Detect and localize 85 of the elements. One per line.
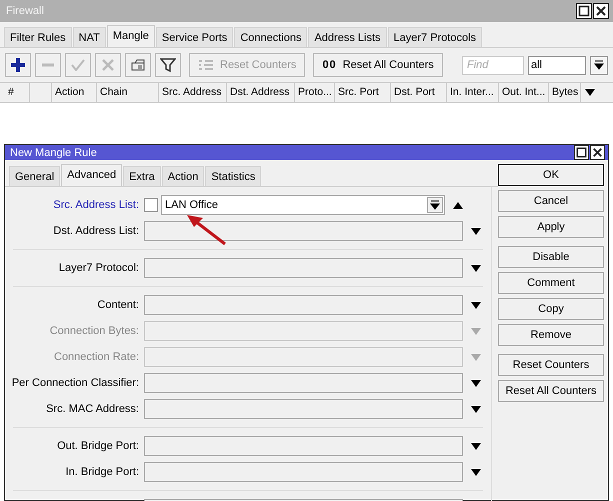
- expand-icon[interactable]: [471, 468, 481, 476]
- field-label: Per Connection Classifier:: [12, 377, 139, 389]
- column-header[interactable]: Bytes: [549, 83, 581, 102]
- input-field[interactable]: [144, 347, 463, 367]
- column-header[interactable]: Dst. Address: [227, 83, 295, 102]
- input-field[interactable]: [144, 436, 463, 456]
- column-header[interactable]: Out. Int...: [499, 83, 549, 102]
- close-icon[interactable]: [590, 145, 605, 160]
- collapse-icon[interactable]: [453, 202, 463, 208]
- minus-icon: [41, 63, 55, 67]
- expand-icon[interactable]: [471, 228, 481, 234]
- tab[interactable]: Advanced: [61, 164, 122, 186]
- column-menu-icon[interactable]: [585, 89, 595, 96]
- window-title: New Mangle Rule: [10, 146, 97, 158]
- field-label: Connection Rate:: [54, 351, 139, 363]
- find-field[interactable]: Find: [462, 56, 524, 74]
- expand-icon[interactable]: [471, 264, 481, 272]
- checkbox[interactable]: [144, 198, 158, 212]
- field-label: Dst. Address List:: [53, 225, 139, 237]
- note-icon: [131, 59, 145, 71]
- expand-icon[interactable]: [471, 406, 481, 412]
- tab[interactable]: Statistics: [205, 166, 262, 186]
- field-label: Src. Address List:: [53, 199, 139, 211]
- field-label: Layer7 Protocol:: [58, 262, 139, 274]
- field-label: Src. MAC Address:: [46, 403, 139, 415]
- dropdown-button[interactable]: [590, 56, 608, 74]
- dialog-button[interactable]: Remove: [498, 324, 604, 346]
- input-field[interactable]: [144, 321, 463, 341]
- add-button[interactable]: [5, 53, 31, 77]
- column-header[interactable]: Src. Address: [159, 83, 227, 102]
- tab[interactable]: Mangle: [106, 25, 155, 47]
- column-header[interactable]: #: [5, 83, 30, 102]
- field-label: In. Bridge Port:: [66, 466, 139, 478]
- tab[interactable]: NAT: [72, 27, 106, 47]
- column-header[interactable]: In. Inter...: [447, 83, 499, 102]
- dialog-button[interactable]: Copy: [498, 298, 604, 320]
- input-field[interactable]: [144, 295, 463, 315]
- caret-icon: [594, 60, 604, 70]
- input-field[interactable]: [144, 221, 463, 241]
- filter-dropdown[interactable]: all: [528, 56, 586, 74]
- plus-icon: [10, 57, 26, 73]
- filter-button[interactable]: [155, 53, 181, 77]
- expand-icon[interactable]: [471, 302, 481, 308]
- maximize-icon[interactable]: [576, 3, 592, 19]
- tab[interactable]: Connections: [234, 27, 308, 47]
- address-list-field[interactable]: LAN Office: [161, 195, 445, 215]
- dialog-button[interactable]: Disable: [498, 246, 604, 268]
- dialog-button[interactable]: Comment: [498, 272, 604, 294]
- column-header[interactable]: Src. Port: [335, 83, 391, 102]
- field-label: Content:: [97, 299, 139, 311]
- tab[interactable]: Service Ports: [156, 27, 234, 47]
- column-header[interactable]: Proto...: [295, 83, 335, 102]
- maximize-icon[interactable]: [574, 145, 589, 160]
- dialog-button[interactable]: Cancel: [498, 190, 604, 212]
- dialog-button[interactable]: Apply: [498, 216, 604, 238]
- input-field[interactable]: [144, 373, 463, 393]
- expand-icon[interactable]: [471, 380, 481, 386]
- column-header[interactable]: Action: [52, 83, 97, 102]
- close-icon[interactable]: [593, 3, 609, 19]
- dialog-button[interactable]: Reset Counters: [498, 354, 604, 376]
- column-header[interactable]: Dst. Port: [391, 83, 447, 102]
- input-field[interactable]: [144, 399, 463, 419]
- cross-icon: [102, 59, 114, 71]
- window-title: Firewall: [6, 5, 44, 17]
- checkmark-icon: [71, 59, 85, 71]
- tab[interactable]: Layer7 Protocols: [388, 27, 482, 47]
- input-field[interactable]: [144, 258, 463, 278]
- dropdown-icon[interactable]: [427, 197, 443, 213]
- input-field[interactable]: [144, 462, 463, 482]
- tab[interactable]: Filter Rules: [4, 27, 72, 47]
- list-icon: [198, 59, 214, 71]
- dialog-button[interactable]: Reset All Counters: [498, 380, 604, 402]
- dialog-button[interactable]: OK: [498, 164, 604, 186]
- tab[interactable]: Address Lists: [308, 27, 386, 47]
- tab[interactable]: Extra: [123, 166, 161, 186]
- comment-button[interactable]: [125, 53, 151, 77]
- column-header[interactable]: Chain: [97, 83, 159, 102]
- field-label: Connection Bytes:: [50, 325, 139, 337]
- reset-all-counters-button[interactable]: 00 Reset All Counters: [313, 53, 443, 77]
- tab[interactable]: Action: [162, 166, 204, 186]
- pointer-arrow: [185, 213, 229, 247]
- filter-icon: [160, 57, 176, 73]
- field-label: Out. Bridge Port:: [57, 440, 139, 452]
- tab[interactable]: General: [9, 166, 60, 186]
- expand-icon[interactable]: [471, 442, 481, 450]
